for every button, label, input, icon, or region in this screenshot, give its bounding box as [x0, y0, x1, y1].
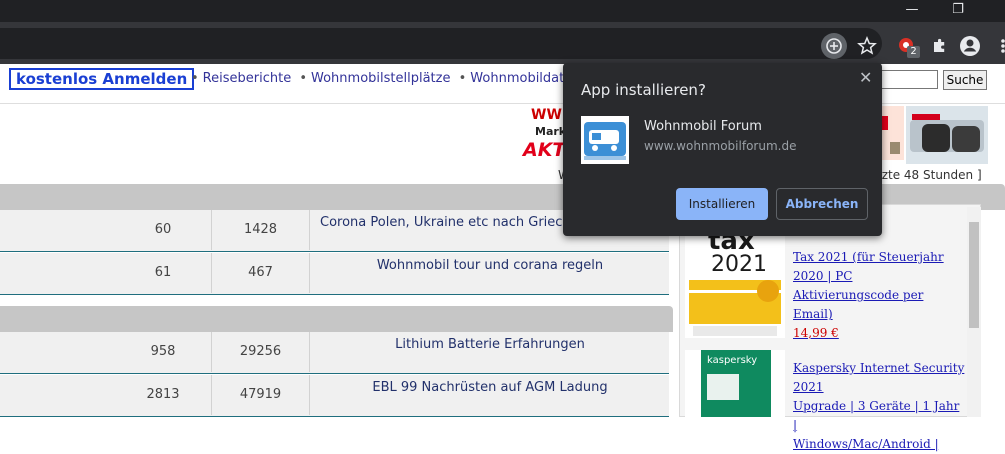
cancel-button[interactable]: Abbrechen: [776, 188, 868, 220]
replies-count: 60: [115, 210, 212, 250]
replies-count: 61: [115, 253, 212, 293]
product-link-tax[interactable]: Tax 2021 (für Steuerjahr 2020 | PC Aktiv…: [793, 248, 965, 343]
sidebar-scroll-thumb[interactable]: [969, 222, 979, 328]
banner-image-left: [882, 106, 904, 160]
browser-titlebar: — ❐: [0, 0, 1005, 22]
product-price: 14,99 €: [793, 326, 839, 340]
star-icon[interactable]: [854, 33, 880, 59]
extension-badge-count: 2: [907, 46, 920, 58]
product-link-kaspersky[interactable]: Kaspersky Internet Security 2021 Upgrade…: [793, 359, 965, 454]
topic-title[interactable]: EBL 99 Nachrüsten auf AGM Ladung: [320, 380, 660, 395]
topic-title[interactable]: Lithium Batterie Erfahrungen: [320, 337, 660, 352]
install-button[interactable]: Installieren: [676, 188, 768, 220]
install-app-dialog: App installieren? ✕ Wohnmobil Forum www.…: [563, 63, 882, 236]
product-image-kaspersky[interactable]: kaspersky: [685, 350, 785, 417]
table-row[interactable]: 61 467 Wohnmobil tour und corana regeln: [0, 253, 669, 295]
section-header: [0, 306, 673, 332]
nav-links: • Reiseberichte • Wohnmobilstellplätze • Wo…: [191, 71, 605, 86]
search-button[interactable]: Suche: [943, 70, 987, 90]
app-logo-icon: [581, 116, 629, 164]
topic-title[interactable]: Corona Polen, Ukraine etc nach Grieche: [320, 215, 564, 230]
address-bar[interactable]: [0, 28, 882, 59]
banner-image-right: [906, 106, 988, 164]
views-count: 29256: [212, 332, 310, 372]
close-icon[interactable]: ✕: [859, 68, 872, 87]
recent-topics-link[interactable]: tzte 48 Stunden ]: [877, 168, 982, 182]
menu-icon[interactable]: [990, 33, 1005, 59]
replies-count: 2813: [115, 375, 212, 415]
replies-count: 958: [115, 332, 212, 372]
product-image-tax[interactable]: tax 2021: [685, 228, 785, 338]
table-row[interactable]: 2813 47919 EBL 99 Nachrüsten auf AGM Lad…: [0, 375, 669, 417]
views-count: 1428: [212, 210, 310, 250]
app-name: Wohnmobil Forum: [644, 119, 762, 134]
dialog-title: App installieren?: [581, 81, 706, 99]
views-count: 467: [212, 253, 310, 293]
browser-toolbar: 2: [0, 22, 1005, 64]
nav-link-stellplaetze[interactable]: Wohnmobilstellplätze: [311, 71, 450, 86]
extension-badge-icon[interactable]: 2: [894, 33, 920, 59]
login-link[interactable]: kostenlos Anmelden: [9, 68, 195, 90]
restore-button[interactable]: ❐: [935, 0, 981, 22]
nav-link-reiseberichte[interactable]: Reiseberichte: [203, 71, 292, 86]
profile-icon[interactable]: [957, 33, 983, 59]
views-count: 47919: [212, 375, 310, 415]
topic-title[interactable]: Wohnmobil tour und corana regeln: [320, 258, 660, 273]
app-url: www.wohnmobilforum.de: [644, 139, 797, 153]
puzzle-icon[interactable]: [926, 33, 952, 59]
minimize-button[interactable]: —: [889, 0, 935, 22]
table-row[interactable]: 958 29256 Lithium Batterie Erfahrungen: [0, 332, 669, 374]
install-icon[interactable]: [821, 33, 847, 59]
